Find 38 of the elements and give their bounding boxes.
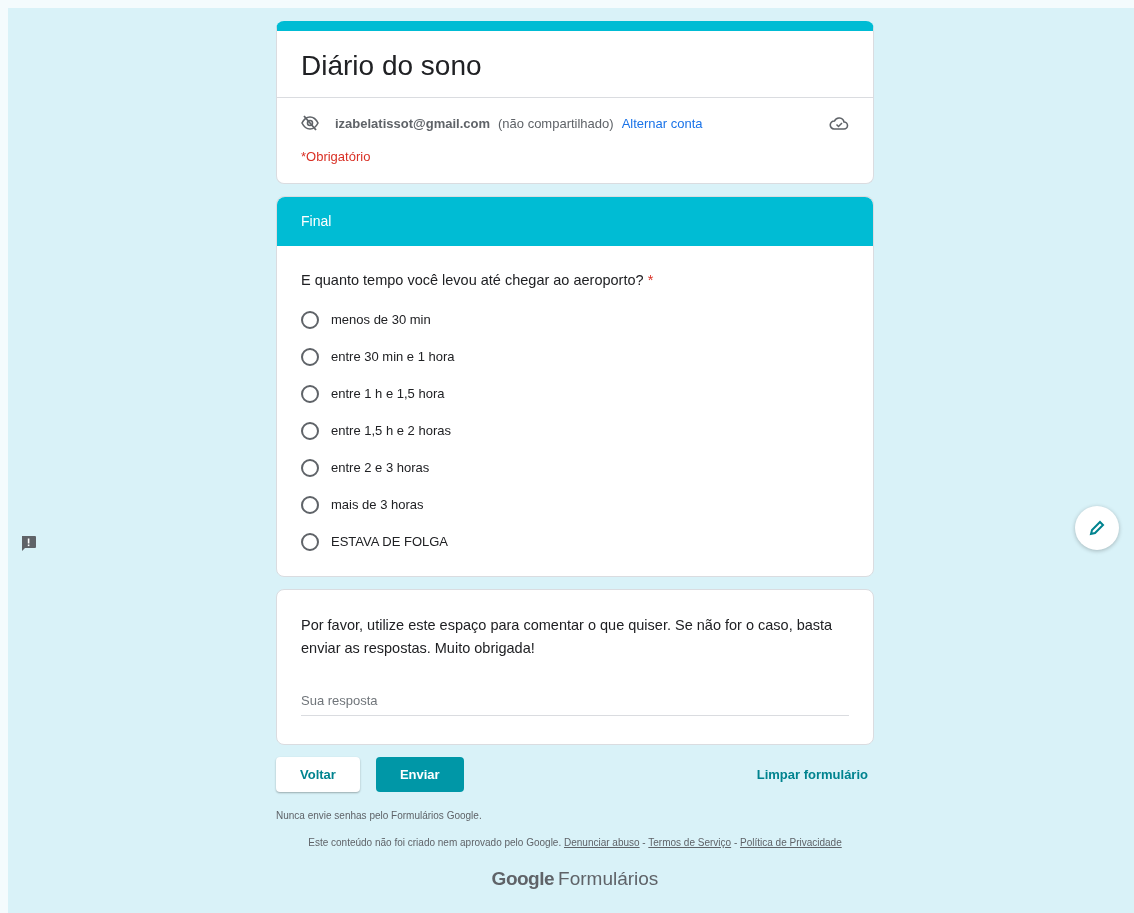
footer-link[interactable]: Termos de Serviço [648, 837, 732, 849]
question-text: E quanto tempo você levou até chegar ao aeroporto? [301, 271, 644, 288]
footer-link[interactable]: Denunciar abuso [564, 837, 640, 849]
option-label[interactable]: ESTAVA DE FOLGA [331, 532, 449, 552]
submit-button[interactable]: Enviar [375, 756, 464, 793]
pencil-icon [1088, 519, 1106, 537]
radio-button[interactable] [301, 458, 319, 477]
switch-account-link[interactable]: Alternar conta [621, 113, 703, 134]
account-note: (não compartilhado) [498, 114, 614, 133]
option-label[interactable]: entre 2 e 3 horas [331, 458, 430, 478]
cloud-check-icon [829, 115, 849, 132]
section-header: Final [277, 196, 873, 246]
option-label[interactable]: mais de 3 horas [331, 495, 424, 515]
product-name: Formulários [558, 866, 659, 891]
disclaimer-text: Este conteúdo não foi criado nem aprovado pelo Google. Denunciar abuso - Termos de Serviço - Política de Privacidade [307, 837, 843, 849]
radio-button[interactable] [301, 495, 319, 514]
back-button[interactable]: Voltar [276, 756, 360, 793]
google-wordmark: Google [491, 866, 555, 891]
feedback-icon[interactable] [20, 535, 37, 552]
edit-button[interactable] [1075, 506, 1119, 550]
option-label[interactable]: entre 1,5 h e 2 horas [331, 421, 451, 441]
radio-button[interactable] [301, 310, 319, 329]
form-title: Diário do sono [277, 31, 873, 98]
footer-link[interactable]: Política de Privacidade [740, 837, 842, 849]
comment-prompt: Por favor, utilize este espaço para comentar o que quiser. Se não for o caso, basta enviar as respostas. Muito obrigada! [301, 616, 834, 658]
clear-form-link[interactable]: Limpar formulário [756, 764, 868, 785]
radio-button[interactable] [301, 421, 319, 440]
required-asterisk: * [647, 271, 654, 288]
option-label[interactable]: entre 1 h e 1,5 hora [331, 384, 445, 404]
radio-button[interactable] [301, 384, 319, 403]
password-warning: Nunca envie senhas pelo Formulários Google. [276, 809, 483, 824]
radio-button[interactable] [301, 532, 319, 551]
account-email: izabelatissot@gmail.com [335, 114, 490, 133]
hidden-eye-icon [301, 114, 319, 133]
required-note: *Obrigatório [300, 148, 372, 167]
option-label[interactable]: menos de 30 min [331, 310, 431, 330]
option-label[interactable]: entre 30 min e 1 hora [331, 347, 455, 367]
radio-button[interactable] [301, 347, 319, 366]
